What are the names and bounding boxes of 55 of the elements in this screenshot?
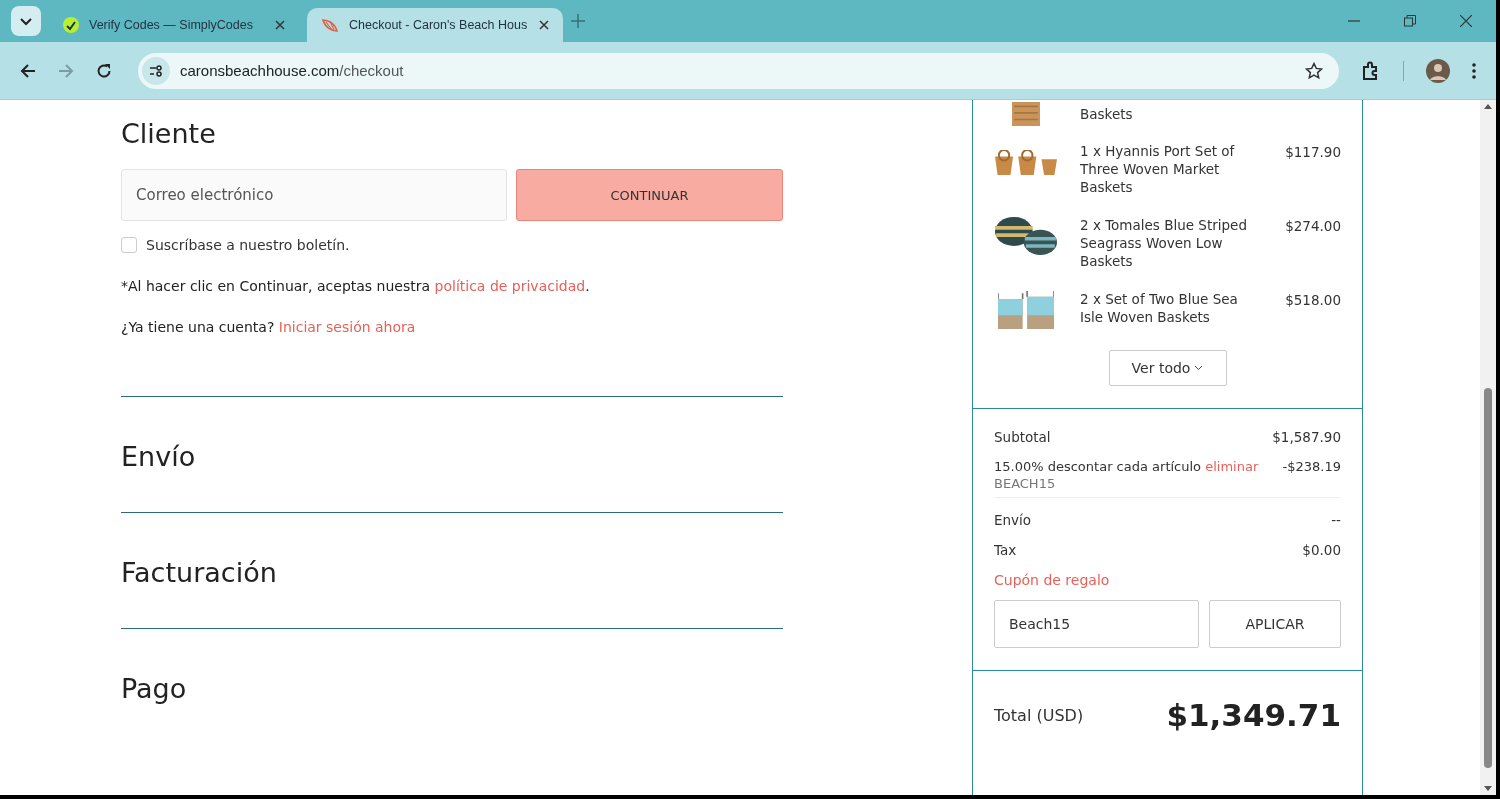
privacy-note: *Al hacer clic en Continuar, aceptas nuestra política de privacidad. bbox=[121, 278, 591, 294]
url-text: caronsbeachhouse.com/checkout bbox=[180, 62, 405, 79]
tab-search-icon[interactable] bbox=[11, 6, 41, 36]
star-icon[interactable] bbox=[1305, 61, 1323, 80]
total-value: $1,349.71 bbox=[1166, 697, 1341, 733]
coupon-code: BEACH15 bbox=[994, 476, 1341, 498]
product-price: $518.00 bbox=[1285, 292, 1341, 308]
close-icon[interactable] bbox=[1460, 15, 1472, 27]
restore-icon[interactable] bbox=[1404, 15, 1416, 27]
scrollbar[interactable] bbox=[1480, 100, 1496, 795]
section-heading: Pago bbox=[121, 672, 188, 705]
account-note: ¿Ya tiene una cuenta? Iniciar sesión ahora bbox=[121, 319, 417, 335]
subtotal-label: Subtotal bbox=[994, 429, 1051, 445]
product-name: 2 x Set of Two Blue Sea Isle Woven Baskets bbox=[1080, 290, 1239, 326]
shipping-label: Envío bbox=[994, 512, 1032, 528]
address-bar[interactable]: caronsbeachhouse.com/checkout bbox=[138, 52, 1339, 89]
tab-title: Verify Codes — SimplyCodes bbox=[89, 18, 253, 32]
tab-title: Checkout - Caron's Beach Hous bbox=[349, 18, 528, 32]
scrollbar-thumb[interactable] bbox=[1484, 387, 1492, 768]
product-name: 1 x Hyannis Port Set of Three Woven Market Baskets bbox=[1080, 142, 1236, 196]
chevron-down-icon bbox=[1194, 365, 1204, 371]
browser-tab[interactable]: Checkout - Caron's Beach Hous bbox=[307, 8, 563, 42]
apply-button[interactable]: APLICAR bbox=[1209, 600, 1341, 648]
product-name: 2 x Tomales Blue Striped Seagrass Woven Low Baskets bbox=[1080, 216, 1248, 270]
coupon-field[interactable]: Beach15 bbox=[994, 600, 1199, 648]
section-heading: Facturación bbox=[121, 556, 278, 589]
section-heading: Envío bbox=[121, 440, 197, 473]
scroll-up-icon[interactable] bbox=[1484, 104, 1492, 109]
checkbox-label: Suscríbase a nuestro boletín. bbox=[146, 237, 350, 253]
subtotal-value: $1,587.90 bbox=[1272, 429, 1341, 445]
continue-button[interactable]: CONTINUAR bbox=[516, 169, 783, 221]
close-icon[interactable] bbox=[275, 20, 285, 30]
site-settings-icon[interactable] bbox=[142, 56, 170, 85]
shipping-value: -- bbox=[1331, 512, 1341, 528]
product-name: Baskets bbox=[1080, 105, 1134, 123]
close-icon[interactable] bbox=[539, 20, 549, 30]
section-heading: Cliente bbox=[121, 117, 217, 150]
avatar-icon[interactable] bbox=[1426, 58, 1450, 83]
email-field[interactable]: Correo electrónico bbox=[121, 169, 507, 221]
discount-value: -$238.19 bbox=[1282, 459, 1341, 474]
back-icon[interactable] bbox=[20, 62, 36, 79]
sign-in-link[interactable]: Iniciar sesión ahora bbox=[278, 319, 416, 335]
product-price: $274.00 bbox=[1285, 218, 1341, 234]
view-all-button[interactable]: Ver todo bbox=[1108, 350, 1227, 386]
browser-tab[interactable]: Verify Codes — SimplyCodes bbox=[49, 8, 299, 42]
scroll-down-icon[interactable] bbox=[1484, 786, 1492, 791]
tax-label: Tax bbox=[994, 542, 1017, 558]
favicon-icon bbox=[63, 17, 79, 33]
reload-icon[interactable] bbox=[96, 62, 112, 79]
discount-label: 15.00% descontar cada artículo eliminar bbox=[994, 459, 1259, 474]
menu-icon[interactable] bbox=[1472, 62, 1476, 79]
total-label: Total (USD) bbox=[994, 705, 1084, 725]
checkbox[interactable] bbox=[121, 237, 137, 253]
tax-value: $0.00 bbox=[1302, 542, 1341, 558]
product-price: $117.90 bbox=[1285, 144, 1341, 160]
